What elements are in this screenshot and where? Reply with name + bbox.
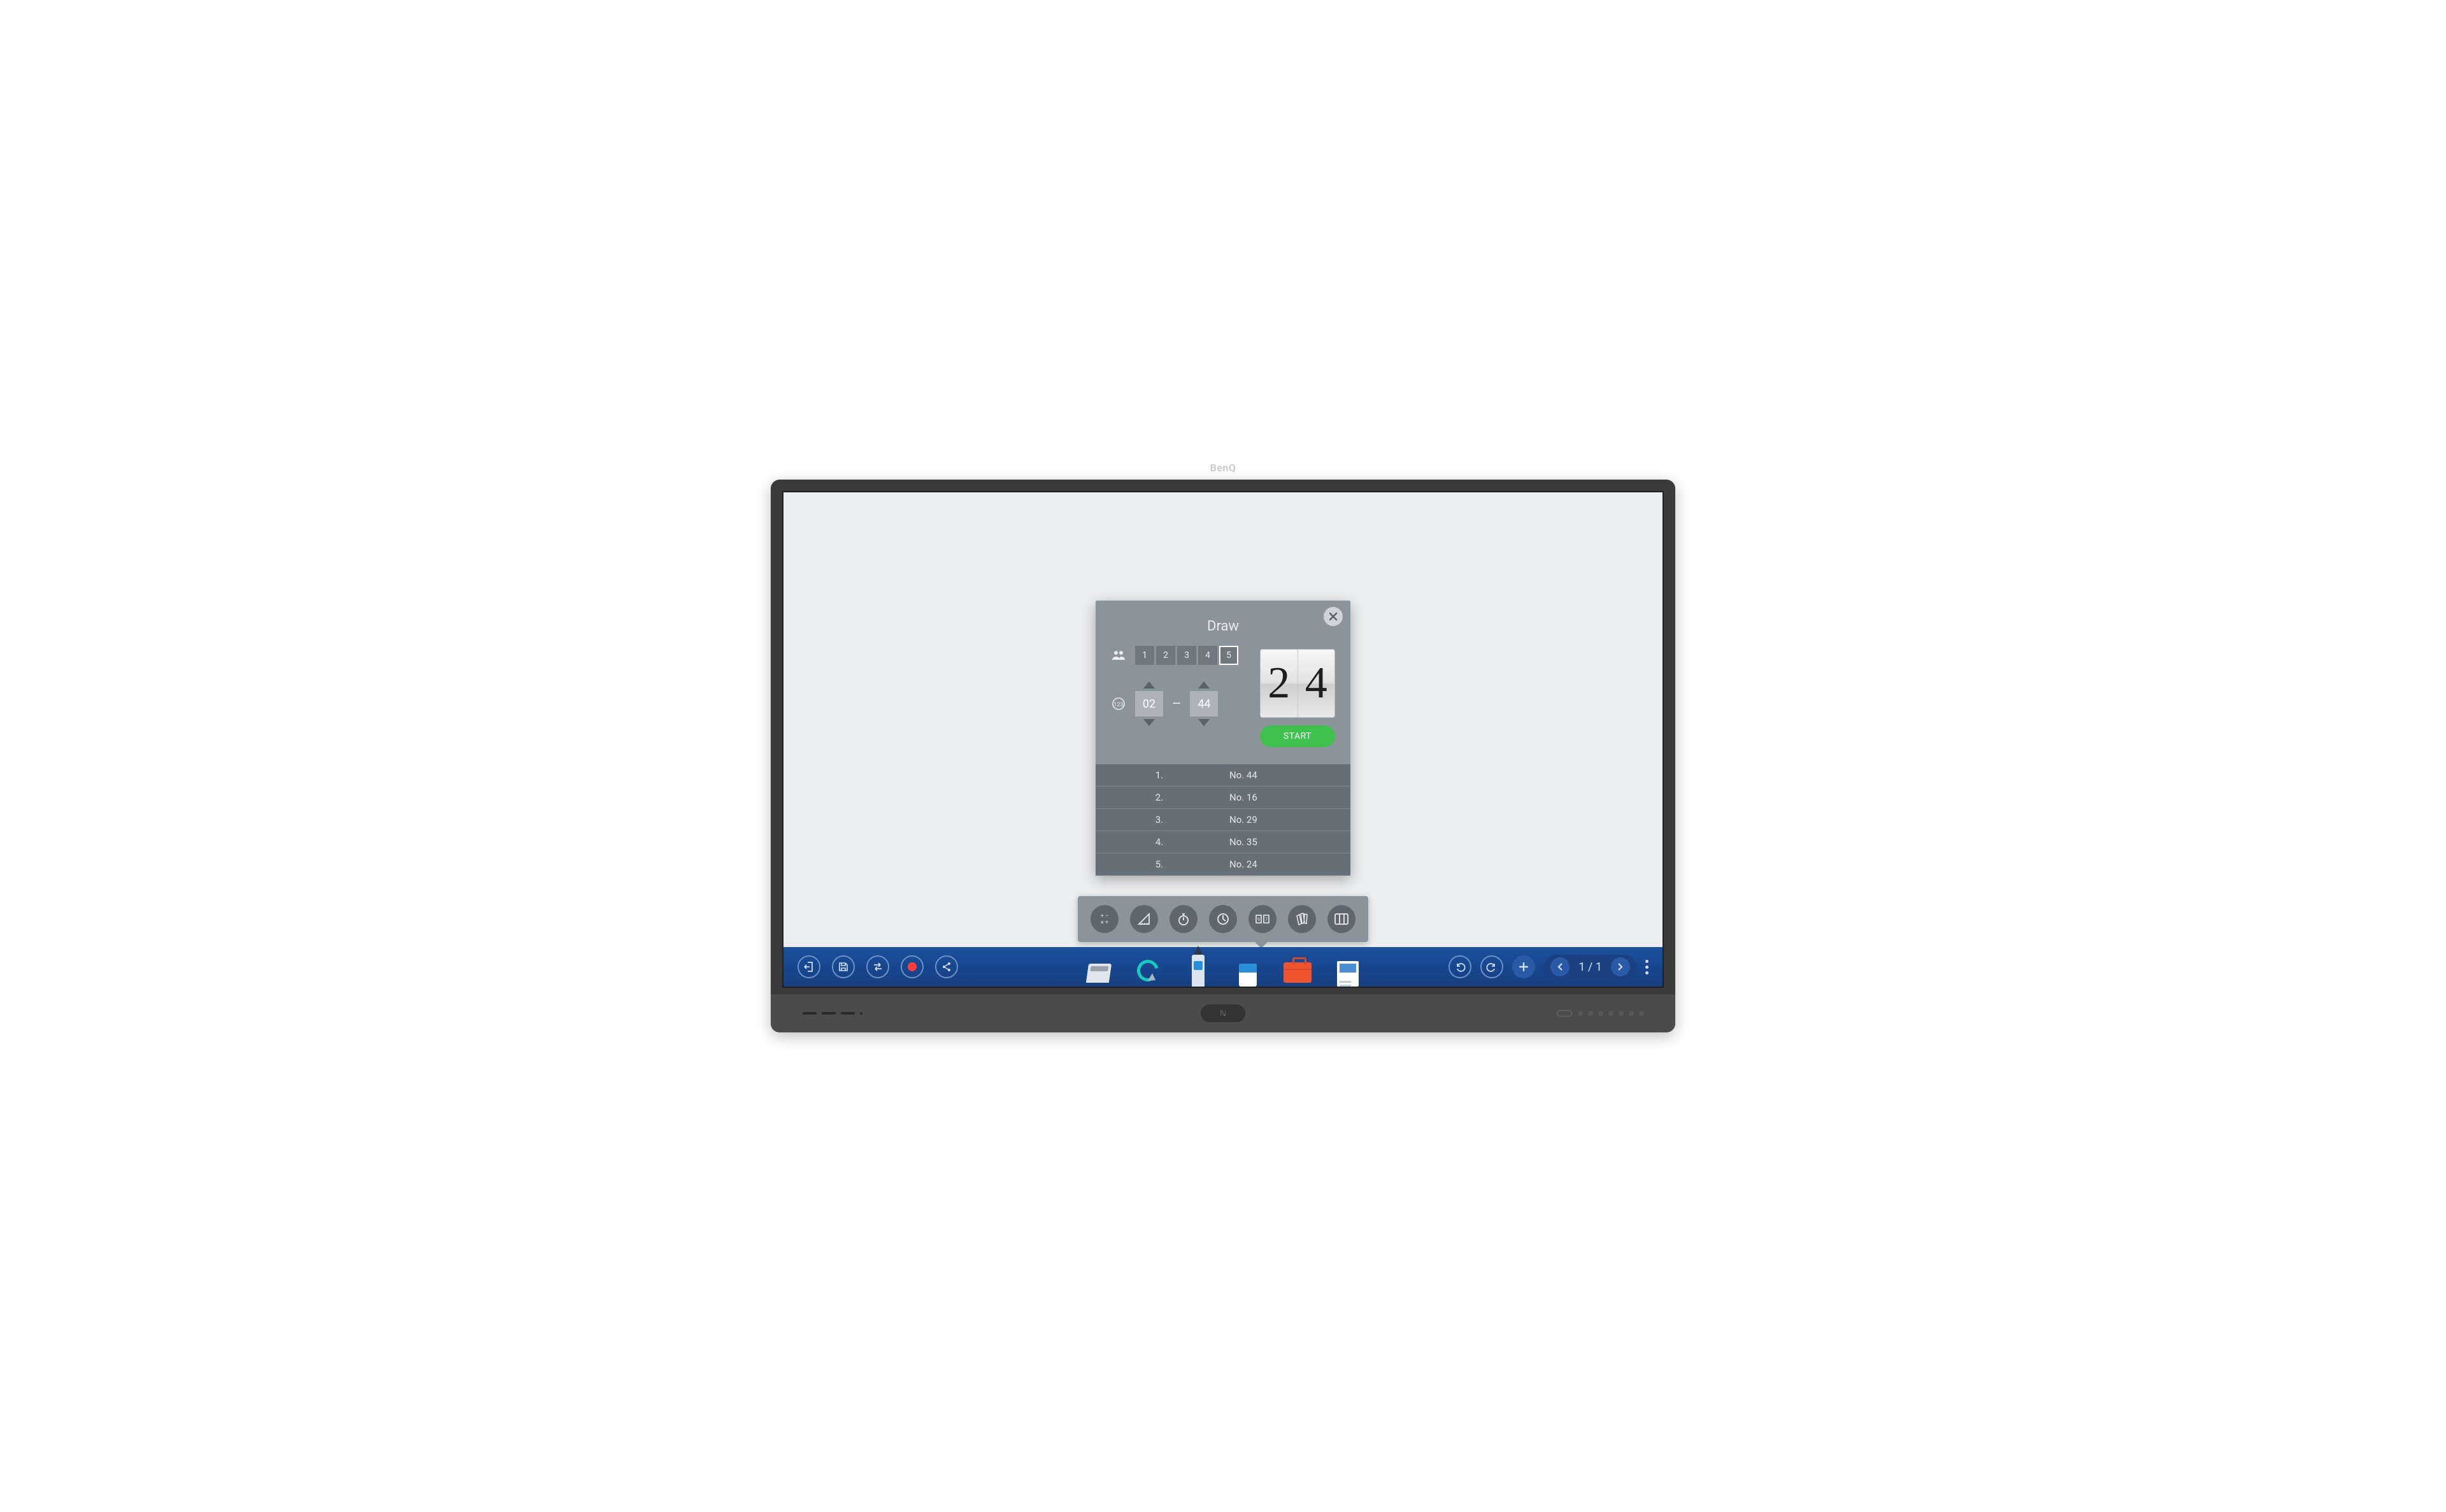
- document-tool[interactable]: [1332, 948, 1362, 987]
- timer-icon: [1216, 912, 1230, 926]
- paint-bucket-icon: [1086, 964, 1112, 983]
- result-digit-1: 2: [1261, 650, 1298, 717]
- calculator-tool[interactable]: + −× ÷: [1091, 905, 1119, 933]
- people-count-tabs: 1 2 3 4 5: [1135, 646, 1238, 665]
- draw-tool[interactable]: [1288, 905, 1316, 933]
- next-page-button[interactable]: [1611, 957, 1630, 976]
- nfc-badge: ℕ: [1201, 1004, 1245, 1022]
- svg-text:9: 9: [1257, 917, 1260, 922]
- range-separator: –: [1172, 696, 1181, 712]
- range-from-down[interactable]: [1143, 719, 1155, 726]
- taskbar: 1 / 1: [783, 947, 1663, 987]
- stopwatch-icon: [1177, 912, 1191, 926]
- people-icon: [1111, 650, 1126, 660]
- close-icon: [1329, 612, 1338, 621]
- results-list: 1.No. 44 2.No. 16 3.No. 29 4.No. 35 5.No…: [1096, 764, 1350, 876]
- svg-text:× ÷: × ÷: [1101, 920, 1108, 926]
- eraser-tool[interactable]: [1233, 948, 1263, 987]
- plus-icon: [1519, 962, 1529, 972]
- page-indicator: 1 / 1: [1575, 960, 1606, 974]
- record-button[interactable]: [901, 955, 924, 978]
- share-button[interactable]: [935, 955, 958, 978]
- redo-button[interactable]: [1480, 955, 1503, 978]
- eraser-icon: [1239, 964, 1257, 987]
- people-tab-4[interactable]: 4: [1198, 646, 1217, 665]
- swap-button[interactable]: [866, 955, 889, 978]
- select-tool[interactable]: [1133, 948, 1164, 987]
- timer-tool[interactable]: [1209, 905, 1237, 933]
- draw-dialog: Draw 1 2 3 4 5 123 02: [1096, 601, 1350, 876]
- save-button[interactable]: [832, 955, 855, 978]
- columns-icon: [1334, 913, 1348, 925]
- result-row: 5.No. 24: [1096, 853, 1350, 876]
- lasso-icon: [1133, 956, 1162, 985]
- briefcase-icon: [1284, 962, 1312, 983]
- add-page-button[interactable]: [1512, 955, 1535, 978]
- undo-icon: [1454, 961, 1466, 973]
- page-navigation: 1 / 1: [1544, 955, 1636, 979]
- stopwatch-tool[interactable]: [1169, 905, 1198, 933]
- chevron-right-icon: [1617, 962, 1624, 971]
- people-tab-1[interactable]: 1: [1135, 646, 1154, 665]
- range-to-stepper: 44: [1190, 681, 1218, 726]
- range-to-down[interactable]: [1198, 719, 1210, 726]
- scoreboard-icon: 97: [1255, 913, 1270, 925]
- chevron-left-icon: [1556, 962, 1564, 971]
- people-tab-2[interactable]: 2: [1156, 646, 1175, 665]
- cards-icon: [1294, 912, 1310, 926]
- exit-icon: [803, 961, 815, 973]
- fill-tool[interactable]: [1084, 948, 1114, 987]
- share-icon: [941, 961, 952, 973]
- toolbox-button[interactable]: [1282, 948, 1313, 987]
- right-controls: [1557, 1010, 1643, 1016]
- result-row: 2.No. 16: [1096, 787, 1350, 809]
- result-digit-2: 4: [1298, 650, 1335, 717]
- calculator-icon: + −× ÷: [1098, 912, 1112, 926]
- range-from-stepper: 02: [1135, 681, 1163, 726]
- taskbar-right: 1 / 1: [1448, 955, 1649, 979]
- people-tab-5[interactable]: 5: [1219, 646, 1238, 665]
- pen-tool[interactable]: [1183, 948, 1213, 987]
- scoreboard-tool[interactable]: 97: [1248, 905, 1277, 933]
- ruler-tool[interactable]: [1130, 905, 1158, 933]
- swap-icon: [872, 961, 883, 973]
- svg-text:123: 123: [1113, 702, 1123, 708]
- exit-button[interactable]: [797, 955, 820, 978]
- marker-icon: [1192, 955, 1205, 987]
- brand-label: BenQ: [1210, 462, 1236, 474]
- people-tab-3[interactable]: 3: [1177, 646, 1196, 665]
- svg-text:+ −: + −: [1101, 913, 1109, 920]
- speaker-bar: ℕ: [771, 994, 1675, 1032]
- left-ports: [803, 1012, 862, 1015]
- tool-tray: + −× ÷ 97: [1078, 896, 1368, 942]
- start-button[interactable]: START: [1260, 725, 1335, 747]
- result-row: 1.No. 44: [1096, 764, 1350, 787]
- result-row: 4.No. 35: [1096, 831, 1350, 853]
- range-from-value: 02: [1135, 691, 1163, 717]
- range-from-up[interactable]: [1143, 681, 1155, 688]
- taskbar-center: [1084, 948, 1362, 987]
- dialog-title: Draw: [1096, 601, 1350, 646]
- close-button[interactable]: [1324, 607, 1343, 626]
- monitor-frame: Draw 1 2 3 4 5 123 02: [771, 480, 1675, 1032]
- range-to-up[interactable]: [1198, 681, 1210, 688]
- redo-icon: [1486, 961, 1498, 973]
- prev-page-button[interactable]: [1550, 957, 1570, 976]
- save-icon: [838, 961, 849, 973]
- dots-icon: [1645, 960, 1649, 963]
- record-icon: [908, 962, 917, 971]
- result-row: 3.No. 29: [1096, 809, 1350, 831]
- svg-text:7: 7: [1265, 917, 1268, 922]
- screen: Draw 1 2 3 4 5 123 02: [782, 491, 1664, 988]
- more-button[interactable]: [1645, 960, 1649, 974]
- numbers-icon: 123: [1111, 697, 1126, 710]
- ruler-icon: [1137, 912, 1151, 926]
- document-icon: [1337, 961, 1359, 987]
- result-display: 2 4: [1260, 649, 1335, 718]
- undo-button[interactable]: [1448, 955, 1471, 978]
- range-to-value: 44: [1190, 691, 1218, 717]
- team-tool[interactable]: [1327, 905, 1355, 933]
